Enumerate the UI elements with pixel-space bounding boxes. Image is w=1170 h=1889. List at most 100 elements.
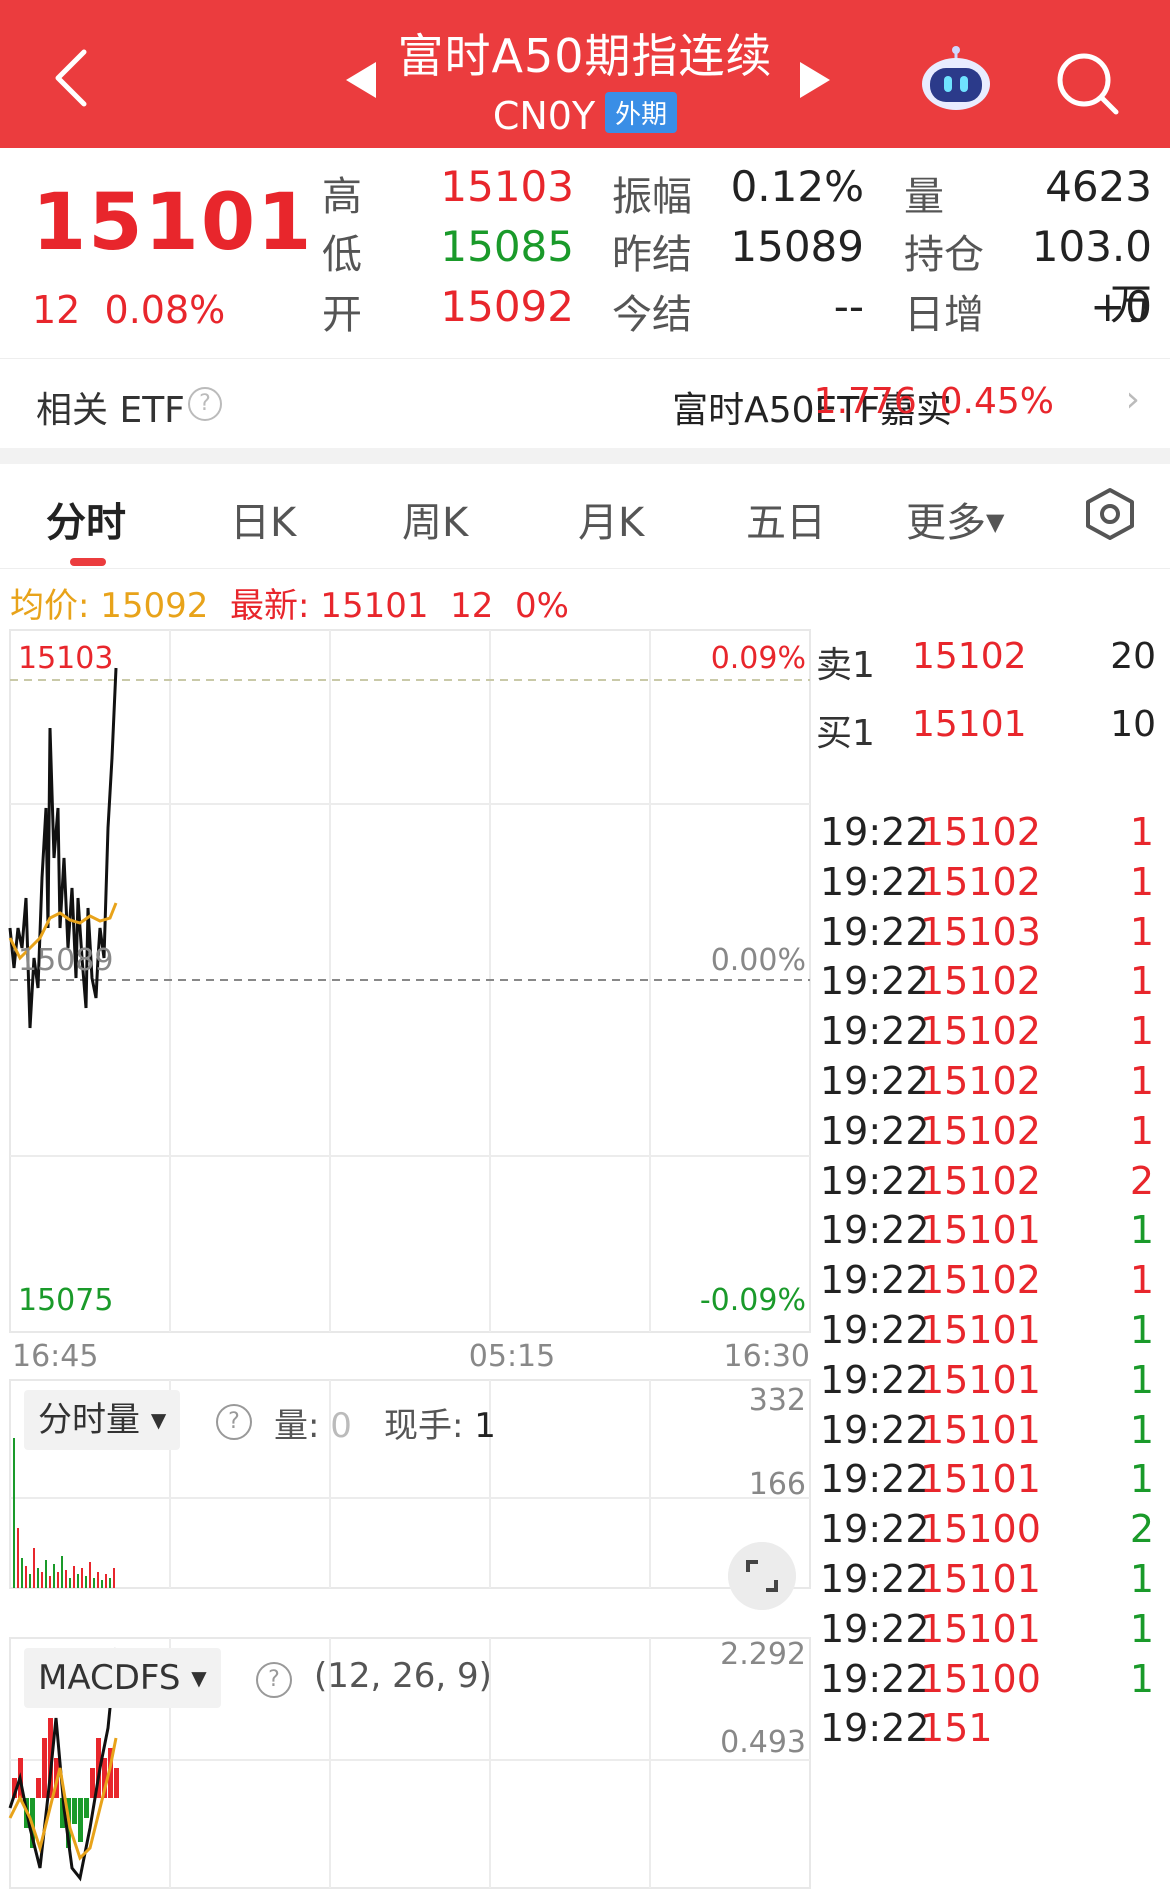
x-axis-start-label: 16:45 xyxy=(12,1339,98,1374)
tick-volume: 1 xyxy=(1129,1208,1154,1253)
oi-change-label: 日增 xyxy=(904,292,984,338)
tick-time: 19:22 xyxy=(820,859,930,904)
macd-axis-mid-label: 0.493 xyxy=(720,1725,806,1760)
help-icon[interactable]: ? xyxy=(256,1662,292,1698)
macd-axis-top-label: 2.292 xyxy=(720,1637,806,1672)
tick-volume: 1 xyxy=(1129,909,1154,954)
amplitude-value: 0.12% xyxy=(730,162,864,211)
volume-axis-mid-label: 166 xyxy=(749,1467,806,1502)
tick-price: 15102 xyxy=(920,810,1041,854)
x-axis-end-label: 16:30 xyxy=(724,1339,810,1374)
order-book: 卖1 15102 20 买1 15101 10 xyxy=(812,628,1160,770)
triangle-right-icon[interactable] xyxy=(800,62,830,98)
tick-time: 19:22 xyxy=(820,1308,930,1352)
tick-time: 19:22 xyxy=(820,1208,930,1253)
etf-label: 相关 ETF xyxy=(36,390,185,431)
tick-time: 19:22 xyxy=(820,810,930,854)
tick-price: 151 xyxy=(920,1706,993,1751)
tick-price: 15101 xyxy=(920,1557,1041,1601)
tab-daily-k[interactable]: 日K xyxy=(230,490,296,548)
last-price: 15101 xyxy=(32,178,314,268)
tick-volume: 1 xyxy=(1129,1407,1154,1452)
x-axis-mid-label: 05:15 xyxy=(469,1339,555,1374)
tick-time: 19:22 xyxy=(820,1108,930,1153)
tick-volume: 2 xyxy=(1129,1158,1154,1203)
tick-price: 15103 xyxy=(920,909,1041,954)
tick-time: 19:22 xyxy=(820,1457,930,1502)
open-interest-label: 持仓 xyxy=(904,232,984,278)
tick-time: 19:22 xyxy=(820,1407,930,1452)
volume-indicator-label: 分时量 xyxy=(38,1400,140,1440)
help-icon[interactable]: ? xyxy=(216,1404,252,1440)
chevron-right-icon: › xyxy=(1125,379,1140,420)
related-etf-row[interactable]: 相关 ETF ? 富时A50ETF嘉实 1.776 0.45% › xyxy=(0,358,1170,449)
amplitude-label: 振幅 xyxy=(612,174,692,220)
current-volume-label: 量: xyxy=(274,1406,320,1446)
current-hand-label: 现手: xyxy=(384,1406,464,1446)
tick-volume: 1 xyxy=(1129,959,1154,1004)
robot-icon[interactable] xyxy=(918,44,994,114)
tick-price: 15101 xyxy=(920,1407,1041,1452)
average-price-text: 均价: 15092 xyxy=(10,586,209,626)
oi-change-value: +0 xyxy=(1090,282,1152,331)
help-icon[interactable]: ? xyxy=(188,387,222,421)
etf-price-value: 1.776 xyxy=(813,381,917,422)
tick-price: 15101 xyxy=(920,1308,1041,1352)
settle-value: -- xyxy=(833,282,864,331)
tick-price: 15100 xyxy=(920,1656,1041,1701)
instrument-title: 富时A50期指连续 xyxy=(397,29,773,83)
tick-time: 19:22 xyxy=(820,959,930,1004)
tick-volume: 1 xyxy=(1129,1457,1154,1502)
settings-hex-icon[interactable] xyxy=(1082,486,1138,542)
tick-volume: 1 xyxy=(1129,810,1154,854)
volume-bars xyxy=(13,1438,115,1588)
tick-time: 19:22 xyxy=(820,1158,930,1203)
prev-settle-label: 昨结 xyxy=(612,232,692,278)
tick-price: 15102 xyxy=(920,1258,1041,1303)
etf-price: 1.776 0.45% xyxy=(814,381,1054,422)
macd-indicator-label: MACDFS xyxy=(38,1658,181,1698)
tab-monthly-k[interactable]: 月K xyxy=(578,490,644,548)
quote-panel: 15101 12 0.08% 高 低 开 15103 15085 15092 振… xyxy=(0,148,1170,358)
y-axis-mid-label: 15089 xyxy=(18,943,113,978)
tick-volume: 1 xyxy=(1129,1656,1154,1701)
expand-icon[interactable] xyxy=(728,1542,796,1610)
tab-more[interactable]: 更多▼ xyxy=(906,490,1004,548)
change-value: 12 xyxy=(32,288,81,332)
current-volume: 量: 0 xyxy=(274,1398,352,1447)
caret-down-icon: ▼ xyxy=(191,1666,207,1690)
tick-volume: 1 xyxy=(1129,1108,1154,1153)
macd-params: (12, 26, 9) xyxy=(314,1656,492,1696)
app-header: 富时A50期指连续 CN0Y 外期 xyxy=(0,0,1170,148)
tick-price: 15102 xyxy=(920,959,1041,1004)
settle-label: 今结 xyxy=(612,292,692,338)
tick-time: 19:22 xyxy=(820,1606,930,1651)
tab-intraday[interactable]: 分时 xyxy=(46,490,126,548)
high-label: 高 xyxy=(322,174,362,220)
bid-volume: 10 xyxy=(1110,704,1156,745)
tick-volume: 1 xyxy=(1129,1059,1154,1103)
macd-indicator-selector[interactable]: MACDFS ▼ xyxy=(24,1648,221,1708)
instrument-code-row: CN0Y 外期 xyxy=(0,92,1170,138)
tick-time: 19:22 xyxy=(820,1706,930,1751)
y-axis-bottom-label: 15075 xyxy=(18,1283,113,1318)
low-value: 15085 xyxy=(440,222,574,271)
tab-weekly-k[interactable]: 周K xyxy=(402,490,468,548)
search-icon[interactable] xyxy=(1054,50,1122,118)
tick-price: 15101 xyxy=(920,1357,1041,1402)
active-tab-indicator xyxy=(70,558,106,566)
tick-time: 19:22 xyxy=(820,1507,930,1552)
tick-time: 19:22 xyxy=(820,1357,930,1402)
latest-percent-text: 0% xyxy=(514,586,569,626)
open-label: 开 xyxy=(322,292,362,338)
tab-more-label: 更多 xyxy=(906,500,986,546)
tick-price: 15102 xyxy=(920,1108,1041,1153)
tick-list[interactable]: 19:22 15102 1 19:22 15102 1 19:22 15103 1 19:22 15… xyxy=(812,770,1160,1889)
bid-row: 买1 15101 10 xyxy=(816,704,1156,764)
tick-volume: 1 xyxy=(1129,1258,1154,1303)
tab-five-day[interactable]: 五日 xyxy=(746,490,826,548)
volume-indicator-selector[interactable]: 分时量 ▼ xyxy=(24,1390,181,1450)
ask-price: 15102 xyxy=(912,636,1027,677)
market-tag: 外期 xyxy=(605,92,678,133)
latest-change-text: 12 xyxy=(450,586,494,626)
